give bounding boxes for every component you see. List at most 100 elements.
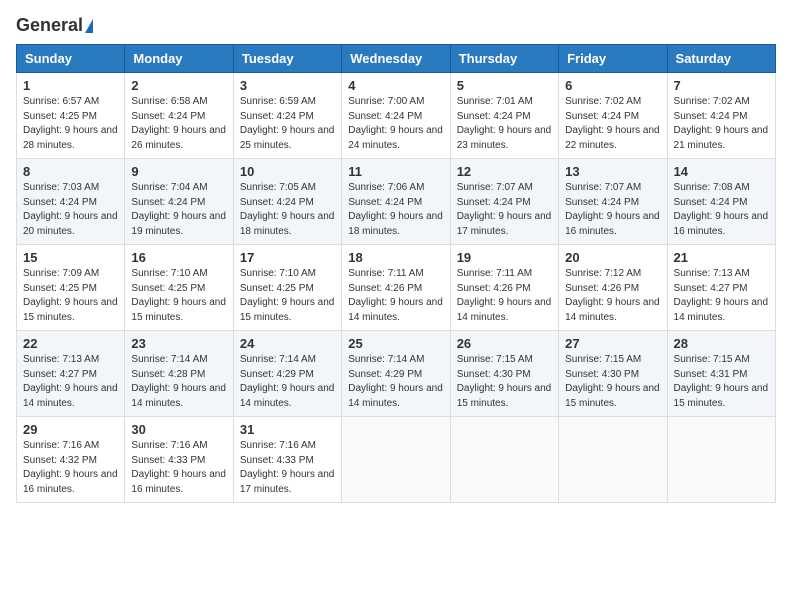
day-info: Sunrise: 7:14 AMSunset: 4:29 PMDaylight:… <box>240 354 335 409</box>
day-info: Sunrise: 7:02 AMSunset: 4:24 PMDaylight:… <box>674 96 769 151</box>
calendar-cell: 5 Sunrise: 7:01 AMSunset: 4:24 PMDayligh… <box>450 73 558 159</box>
calendar-cell: 11 Sunrise: 7:06 AMSunset: 4:24 PMDaylig… <box>342 159 450 245</box>
calendar-day-header: Friday <box>559 45 667 73</box>
calendar-week-row: 22 Sunrise: 7:13 AMSunset: 4:27 PMDaylig… <box>17 331 776 417</box>
calendar-cell: 16 Sunrise: 7:10 AMSunset: 4:25 PMDaylig… <box>125 245 233 331</box>
day-info: Sunrise: 7:15 AMSunset: 4:30 PMDaylight:… <box>457 354 552 409</box>
calendar-cell: 28 Sunrise: 7:15 AMSunset: 4:31 PMDaylig… <box>667 331 775 417</box>
day-info: Sunrise: 7:00 AMSunset: 4:24 PMDaylight:… <box>348 96 443 151</box>
calendar-cell <box>559 417 667 503</box>
day-number: 29 <box>23 422 118 437</box>
day-number: 28 <box>674 336 769 351</box>
day-number: 5 <box>457 78 552 93</box>
logo-general: General <box>16 16 93 34</box>
calendar-cell: 10 Sunrise: 7:05 AMSunset: 4:24 PMDaylig… <box>233 159 341 245</box>
calendar-cell: 13 Sunrise: 7:07 AMSunset: 4:24 PMDaylig… <box>559 159 667 245</box>
calendar-day-header: Sunday <box>17 45 125 73</box>
day-info: Sunrise: 7:16 AMSunset: 4:33 PMDaylight:… <box>131 440 226 495</box>
day-info: Sunrise: 7:07 AMSunset: 4:24 PMDaylight:… <box>565 182 660 237</box>
calendar-cell: 29 Sunrise: 7:16 AMSunset: 4:32 PMDaylig… <box>17 417 125 503</box>
day-info: Sunrise: 6:59 AMSunset: 4:24 PMDaylight:… <box>240 96 335 151</box>
day-number: 13 <box>565 164 660 179</box>
calendar-day-header: Monday <box>125 45 233 73</box>
calendar-cell: 24 Sunrise: 7:14 AMSunset: 4:29 PMDaylig… <box>233 331 341 417</box>
day-info: Sunrise: 7:03 AMSunset: 4:24 PMDaylight:… <box>23 182 118 237</box>
calendar-cell: 7 Sunrise: 7:02 AMSunset: 4:24 PMDayligh… <box>667 73 775 159</box>
day-number: 30 <box>131 422 226 437</box>
day-info: Sunrise: 6:58 AMSunset: 4:24 PMDaylight:… <box>131 96 226 151</box>
day-info: Sunrise: 7:09 AMSunset: 4:25 PMDaylight:… <box>23 268 118 323</box>
calendar-cell: 26 Sunrise: 7:15 AMSunset: 4:30 PMDaylig… <box>450 331 558 417</box>
day-number: 12 <box>457 164 552 179</box>
logo-triangle-icon <box>85 19 93 33</box>
day-number: 11 <box>348 164 443 179</box>
calendar-cell: 15 Sunrise: 7:09 AMSunset: 4:25 PMDaylig… <box>17 245 125 331</box>
day-number: 18 <box>348 250 443 265</box>
day-info: Sunrise: 7:10 AMSunset: 4:25 PMDaylight:… <box>240 268 335 323</box>
calendar-cell: 25 Sunrise: 7:14 AMSunset: 4:29 PMDaylig… <box>342 331 450 417</box>
calendar-cell: 9 Sunrise: 7:04 AMSunset: 4:24 PMDayligh… <box>125 159 233 245</box>
day-number: 26 <box>457 336 552 351</box>
calendar-cell: 23 Sunrise: 7:14 AMSunset: 4:28 PMDaylig… <box>125 331 233 417</box>
calendar-week-row: 1 Sunrise: 6:57 AMSunset: 4:25 PMDayligh… <box>17 73 776 159</box>
day-number: 31 <box>240 422 335 437</box>
calendar-cell: 3 Sunrise: 6:59 AMSunset: 4:24 PMDayligh… <box>233 73 341 159</box>
day-info: Sunrise: 7:15 AMSunset: 4:30 PMDaylight:… <box>565 354 660 409</box>
calendar-cell: 8 Sunrise: 7:03 AMSunset: 4:24 PMDayligh… <box>17 159 125 245</box>
day-number: 20 <box>565 250 660 265</box>
day-number: 25 <box>348 336 443 351</box>
calendar-cell: 17 Sunrise: 7:10 AMSunset: 4:25 PMDaylig… <box>233 245 341 331</box>
day-info: Sunrise: 7:14 AMSunset: 4:29 PMDaylight:… <box>348 354 443 409</box>
calendar-cell: 21 Sunrise: 7:13 AMSunset: 4:27 PMDaylig… <box>667 245 775 331</box>
day-number: 21 <box>674 250 769 265</box>
calendar-cell: 1 Sunrise: 6:57 AMSunset: 4:25 PMDayligh… <box>17 73 125 159</box>
day-info: Sunrise: 7:15 AMSunset: 4:31 PMDaylight:… <box>674 354 769 409</box>
calendar-day-header: Saturday <box>667 45 775 73</box>
calendar-cell: 4 Sunrise: 7:00 AMSunset: 4:24 PMDayligh… <box>342 73 450 159</box>
day-info: Sunrise: 7:07 AMSunset: 4:24 PMDaylight:… <box>457 182 552 237</box>
day-info: Sunrise: 7:10 AMSunset: 4:25 PMDaylight:… <box>131 268 226 323</box>
calendar-week-row: 8 Sunrise: 7:03 AMSunset: 4:24 PMDayligh… <box>17 159 776 245</box>
day-number: 16 <box>131 250 226 265</box>
day-info: Sunrise: 7:13 AMSunset: 4:27 PMDaylight:… <box>23 354 118 409</box>
calendar-week-row: 15 Sunrise: 7:09 AMSunset: 4:25 PMDaylig… <box>17 245 776 331</box>
calendar-cell: 27 Sunrise: 7:15 AMSunset: 4:30 PMDaylig… <box>559 331 667 417</box>
day-number: 24 <box>240 336 335 351</box>
day-info: Sunrise: 7:16 AMSunset: 4:32 PMDaylight:… <box>23 440 118 495</box>
calendar-day-header: Thursday <box>450 45 558 73</box>
day-info: Sunrise: 7:11 AMSunset: 4:26 PMDaylight:… <box>348 268 443 323</box>
day-info: Sunrise: 7:13 AMSunset: 4:27 PMDaylight:… <box>674 268 769 323</box>
calendar-week-row: 29 Sunrise: 7:16 AMSunset: 4:32 PMDaylig… <box>17 417 776 503</box>
day-info: Sunrise: 7:05 AMSunset: 4:24 PMDaylight:… <box>240 182 335 237</box>
calendar-cell: 12 Sunrise: 7:07 AMSunset: 4:24 PMDaylig… <box>450 159 558 245</box>
calendar-cell <box>450 417 558 503</box>
day-number: 9 <box>131 164 226 179</box>
day-number: 23 <box>131 336 226 351</box>
calendar-cell: 31 Sunrise: 7:16 AMSunset: 4:33 PMDaylig… <box>233 417 341 503</box>
calendar-cell <box>342 417 450 503</box>
calendar-cell: 22 Sunrise: 7:13 AMSunset: 4:27 PMDaylig… <box>17 331 125 417</box>
calendar-day-header: Tuesday <box>233 45 341 73</box>
calendar-cell <box>667 417 775 503</box>
calendar-day-header: Wednesday <box>342 45 450 73</box>
day-number: 15 <box>23 250 118 265</box>
day-number: 14 <box>674 164 769 179</box>
day-info: Sunrise: 7:01 AMSunset: 4:24 PMDaylight:… <box>457 96 552 151</box>
day-number: 1 <box>23 78 118 93</box>
calendar-cell: 20 Sunrise: 7:12 AMSunset: 4:26 PMDaylig… <box>559 245 667 331</box>
day-info: Sunrise: 7:16 AMSunset: 4:33 PMDaylight:… <box>240 440 335 495</box>
calendar-cell: 14 Sunrise: 7:08 AMSunset: 4:24 PMDaylig… <box>667 159 775 245</box>
calendar-cell: 18 Sunrise: 7:11 AMSunset: 4:26 PMDaylig… <box>342 245 450 331</box>
day-number: 17 <box>240 250 335 265</box>
day-info: Sunrise: 7:02 AMSunset: 4:24 PMDaylight:… <box>565 96 660 151</box>
day-number: 8 <box>23 164 118 179</box>
calendar-table: SundayMondayTuesdayWednesdayThursdayFrid… <box>16 44 776 503</box>
day-info: Sunrise: 7:04 AMSunset: 4:24 PMDaylight:… <box>131 182 226 237</box>
day-info: Sunrise: 7:11 AMSunset: 4:26 PMDaylight:… <box>457 268 552 323</box>
day-number: 4 <box>348 78 443 93</box>
calendar-cell: 30 Sunrise: 7:16 AMSunset: 4:33 PMDaylig… <box>125 417 233 503</box>
day-info: Sunrise: 6:57 AMSunset: 4:25 PMDaylight:… <box>23 96 118 151</box>
calendar-cell: 19 Sunrise: 7:11 AMSunset: 4:26 PMDaylig… <box>450 245 558 331</box>
day-info: Sunrise: 7:12 AMSunset: 4:26 PMDaylight:… <box>565 268 660 323</box>
day-number: 3 <box>240 78 335 93</box>
